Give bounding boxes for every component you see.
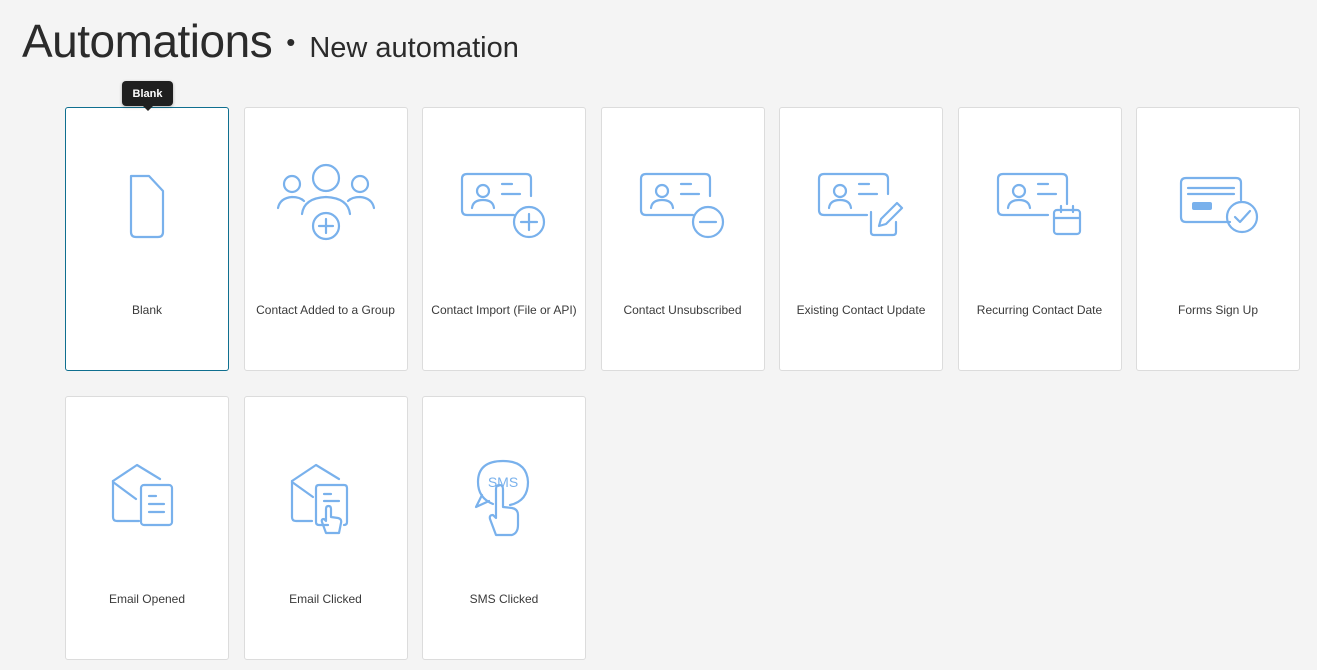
template-card-label: Contact Unsubscribed [623, 303, 742, 317]
template-card-recurring-contact-date[interactable]: Recurring Contact Date [957, 107, 1122, 371]
blank-document-icon [66, 160, 228, 250]
group-add-icon [245, 160, 407, 250]
email-opened-icon [66, 449, 228, 539]
template-card-label: Blank [131, 303, 163, 317]
contact-card-edit-icon [780, 160, 942, 250]
template-card-label: Forms Sign Up [1177, 303, 1259, 317]
title-separator: • [286, 27, 296, 57]
tooltip-blank: Blank [122, 81, 173, 111]
page-header: Automations • New automation [22, 14, 519, 68]
template-card-contact-import[interactable]: Contact Import (File or API) [422, 107, 586, 371]
sms-clicked-icon: SMS [423, 449, 585, 539]
page-subtitle: New automation [309, 32, 519, 64]
form-check-icon [1137, 160, 1299, 250]
template-card-existing-contact-update[interactable]: Existing Contact Update [779, 107, 943, 371]
template-card-label: SMS Clicked [469, 592, 539, 606]
contact-card-remove-icon [602, 160, 764, 250]
template-card-label: Email Clicked [289, 592, 362, 606]
template-card-label: Email Opened [108, 592, 186, 606]
template-card-contact-added-to-group[interactable]: Contact Added to a Group [243, 107, 408, 371]
template-card-email-opened[interactable]: Email Opened [65, 396, 229, 660]
page-title: Automations [22, 15, 273, 67]
contact-card-add-icon [423, 160, 585, 250]
template-card-sms-clicked[interactable]: SMS SMS Clicked [422, 396, 586, 660]
template-card-label: Existing Contact Update [796, 303, 926, 317]
template-card-contact-unsubscribed[interactable]: Contact Unsubscribed [600, 107, 765, 371]
automation-template-grid: Blank Contact Added to a Group Contact I… [65, 107, 1300, 660]
email-clicked-icon [245, 449, 407, 539]
template-card-forms-sign-up[interactable]: Forms Sign Up [1136, 107, 1300, 371]
template-card-blank[interactable]: Blank [65, 107, 229, 371]
template-card-email-clicked[interactable]: Email Clicked [243, 396, 408, 660]
template-card-label: Contact Import (File or API) [431, 303, 577, 317]
template-card-label: Recurring Contact Date [976, 303, 1103, 317]
template-card-label: Contact Added to a Group [256, 303, 395, 317]
contact-card-calendar-icon [959, 160, 1121, 250]
